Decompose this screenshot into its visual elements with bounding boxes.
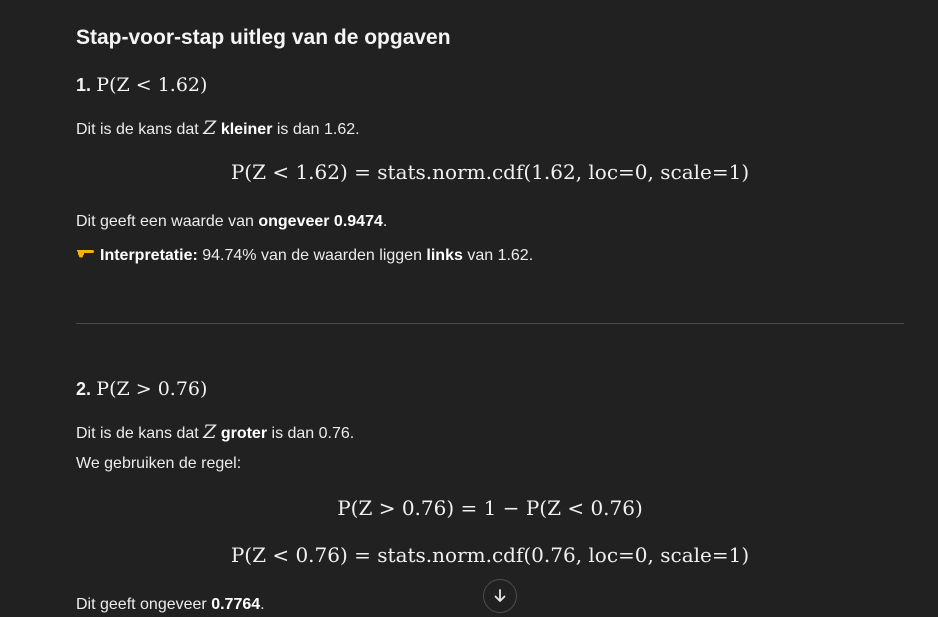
pointing-hand-icon xyxy=(76,244,94,267)
step-2-heading-math: P(Z > 0.76) xyxy=(96,378,208,400)
variable-z: Z xyxy=(203,421,217,443)
interpretation-text-pre: 94.74% van de waarden liggen xyxy=(197,247,427,264)
step-2-result-value: 0.7764 xyxy=(211,596,261,613)
step-1-description-pre: Dit is de kans dat xyxy=(76,121,204,138)
step-2-rule-intro: We gebruiken de regel: xyxy=(76,455,242,472)
step-2-description: Dit is de kans dat Z groter is dan 0.76. xyxy=(76,421,354,445)
step-2-formula-2: P(Z < 0.76) = stats.norm.cdf(0.76, loc=0… xyxy=(230,543,750,567)
step-2-result-pre: Dit geeft ongeveer xyxy=(76,596,212,613)
step-1-description-post: is dan 1.62. xyxy=(272,121,360,138)
step-2-emphasis: groter xyxy=(220,425,268,442)
step-1-formula: P(Z < 1.62) = stats.norm.cdf(1.62, loc=0… xyxy=(230,160,750,184)
step-1-number: 1. xyxy=(76,75,92,95)
section-divider xyxy=(76,323,904,324)
step-1-interpretation: Interpretatie: 94.74% van de waarden lig… xyxy=(76,244,533,267)
step-1-heading: 1. P(Z < 1.62) xyxy=(76,74,207,97)
step-1-result-pre: Dit geeft een waarde van xyxy=(76,213,259,230)
step-2-description-pre: Dit is de kans dat xyxy=(76,425,204,442)
interpretation-text-post: van 1.62. xyxy=(462,247,534,264)
step-1-result-post: . xyxy=(382,213,388,230)
interpretation-label: Interpretatie: xyxy=(100,247,198,264)
chat-message-view: Stap-voor-stap uitleg van de opgaven 1. … xyxy=(0,0,938,617)
page-title: Stap-voor-stap uitleg van de opgaven xyxy=(76,26,451,49)
step-1-result-value: ongeveer 0.9474 xyxy=(258,213,383,230)
step-1-description: Dit is de kans dat Z kleiner is dan 1.62… xyxy=(76,117,360,141)
variable-z: Z xyxy=(203,117,217,139)
step-1-emphasis: kleiner xyxy=(220,121,273,138)
step-2-result-post: . xyxy=(260,596,265,613)
interpretation-emphasis: links xyxy=(426,247,463,264)
step-2-heading: 2. P(Z > 0.76) xyxy=(76,378,207,401)
step-2-formula-1: P(Z > 0.76) = 1 − P(Z < 0.76) xyxy=(337,496,643,520)
step-2-number: 2. xyxy=(76,379,92,399)
step-2-description-post: is dan 0.76. xyxy=(267,425,355,442)
arrow-down-icon xyxy=(494,589,506,602)
step-1-result: Dit geeft een waarde van ongeveer 0.9474… xyxy=(76,211,387,233)
scroll-to-bottom-button[interactable] xyxy=(483,579,517,613)
step-2-result: Dit geeft ongeveer 0.7764. xyxy=(76,594,265,616)
step-1-heading-math: P(Z < 1.62) xyxy=(96,74,208,96)
